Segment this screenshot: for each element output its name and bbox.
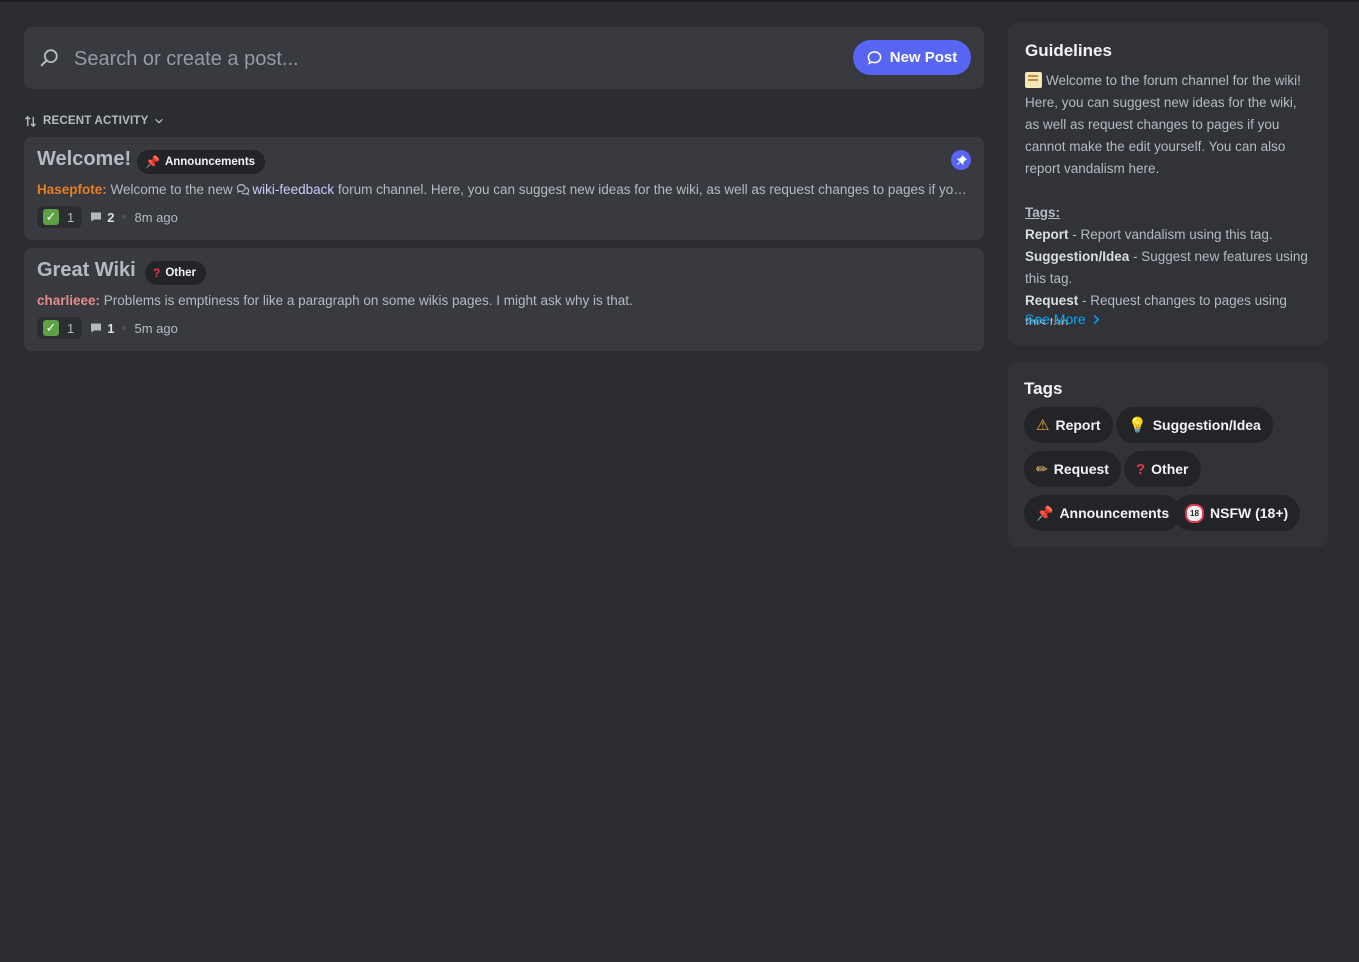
reaction-button[interactable]: ✓ 1 <box>37 317 83 339</box>
reaction-count: 1 <box>67 320 75 336</box>
separator-dot <box>122 326 127 330</box>
new-post-button[interactable]: New Post <box>853 40 971 75</box>
message-count: 2 <box>90 210 114 225</box>
preview-text: Problems is emptiness for like a paragra… <box>100 293 633 308</box>
post-card[interactable]: Welcome! 📌 Announcements Hasepfote: Welc… <box>24 137 984 240</box>
pinned-badge <box>951 150 971 170</box>
tag-suggestion-idea[interactable]: 💡 Suggestion/Idea <box>1116 407 1273 443</box>
new-post-label: New Post <box>889 49 958 66</box>
search-icon <box>40 49 58 67</box>
channel-mention[interactable]: wiki-feedback <box>252 182 334 197</box>
post-preview: Hasepfote: Welcome to the new wiki-feedb… <box>37 182 972 197</box>
guidelines-intro: Welcome to the forum channel for the wik… <box>1025 73 1301 176</box>
check-mark-icon: ✓ <box>43 209 59 225</box>
eighteen-plus-icon: 18 <box>1185 503 1204 523</box>
post-time: 8m ago <box>134 209 178 225</box>
message-icon <box>91 212 102 222</box>
tags-title: Tags <box>1024 379 1063 398</box>
lightbulb-icon: 💡 <box>1128 417 1147 434</box>
guidelines-panel: Guidelines Welcome to the forum channel … <box>1008 23 1328 345</box>
chevron-down-icon <box>155 118 164 124</box>
post-time: 5m ago <box>134 320 178 336</box>
tags-panel: Tags ⚠ Report 💡 Suggestion/Idea ✏ Reques… <box>1008 362 1328 547</box>
see-more-label: See More <box>1025 311 1086 327</box>
reaction-count: 1 <box>67 209 75 225</box>
sort-dropdown[interactable]: RECENT ACTIVITY <box>24 113 164 129</box>
reaction-button[interactable]: ✓ 1 <box>37 206 83 228</box>
pushpin-icon: 📌 <box>145 155 160 169</box>
sort-label: RECENT ACTIVITY <box>43 115 149 127</box>
guidelines-title: Guidelines <box>1025 41 1112 60</box>
post-card[interactable]: Great Wiki ? Other charlieee: Problems i… <box>24 248 984 351</box>
preview-text: forum channel. Here, you can suggest new… <box>337 182 972 197</box>
question-mark-icon: ? <box>153 266 161 280</box>
post-preview: charlieee: Problems is emptiness for lik… <box>37 293 633 308</box>
window-top-border <box>0 0 1359 2</box>
search-bar: New Post <box>24 27 984 89</box>
separator-dot <box>122 215 127 219</box>
search-input[interactable] <box>72 42 676 76</box>
post-tag[interactable]: ? Other <box>145 261 207 285</box>
tag-nsfw[interactable]: 18 NSFW (18+) <box>1173 495 1301 531</box>
memo-icon <box>1025 72 1042 88</box>
post-title: Great Wiki <box>37 259 136 281</box>
guidelines-tags-heading: Tags: <box>1025 205 1061 220</box>
guideline-rule: Report - Report vandalism using this tag… <box>1025 227 1273 242</box>
pushpin-icon: 📌 <box>1036 504 1054 521</box>
preview-text: Welcome to the new <box>106 182 237 197</box>
tag-request[interactable]: ✏ Request <box>1024 451 1121 487</box>
pin-icon <box>956 154 967 165</box>
chat-bubble-icon <box>867 51 882 65</box>
pencil-icon: ✏ <box>1036 460 1048 477</box>
tag-announcements[interactable]: 📌 Announcements <box>1024 495 1182 531</box>
post-meta: ✓ 1 2 8m ago <box>37 206 178 228</box>
guidelines-body: Welcome to the forum channel for the wik… <box>1025 70 1311 325</box>
question-mark-icon: ? <box>1136 460 1146 478</box>
tag-other[interactable]: ? Other <box>1124 451 1201 487</box>
tag-report[interactable]: ⚠ Report <box>1024 407 1113 443</box>
chevron-right-icon <box>1093 314 1100 324</box>
post-author[interactable]: Hasepfote <box>37 182 102 197</box>
check-mark-icon: ✓ <box>43 320 59 336</box>
message-count: 1 <box>90 321 114 336</box>
post-meta: ✓ 1 1 5m ago <box>37 317 178 339</box>
warning-icon: ⚠ <box>1036 417 1050 434</box>
post-author[interactable]: charlieee <box>37 293 96 308</box>
forum-channel-icon <box>237 184 250 196</box>
see-more-link[interactable]: See More <box>1025 311 1101 327</box>
post-tag-label: Announcements <box>164 156 256 168</box>
post-tag[interactable]: 📌 Announcements <box>137 150 266 174</box>
guideline-rule: Suggestion/Idea - Suggest new features u… <box>1025 249 1308 286</box>
sort-arrows-icon <box>24 115 37 127</box>
post-title: Welcome! <box>37 148 132 170</box>
post-tag-label: Other <box>165 267 197 279</box>
message-icon <box>91 323 102 333</box>
